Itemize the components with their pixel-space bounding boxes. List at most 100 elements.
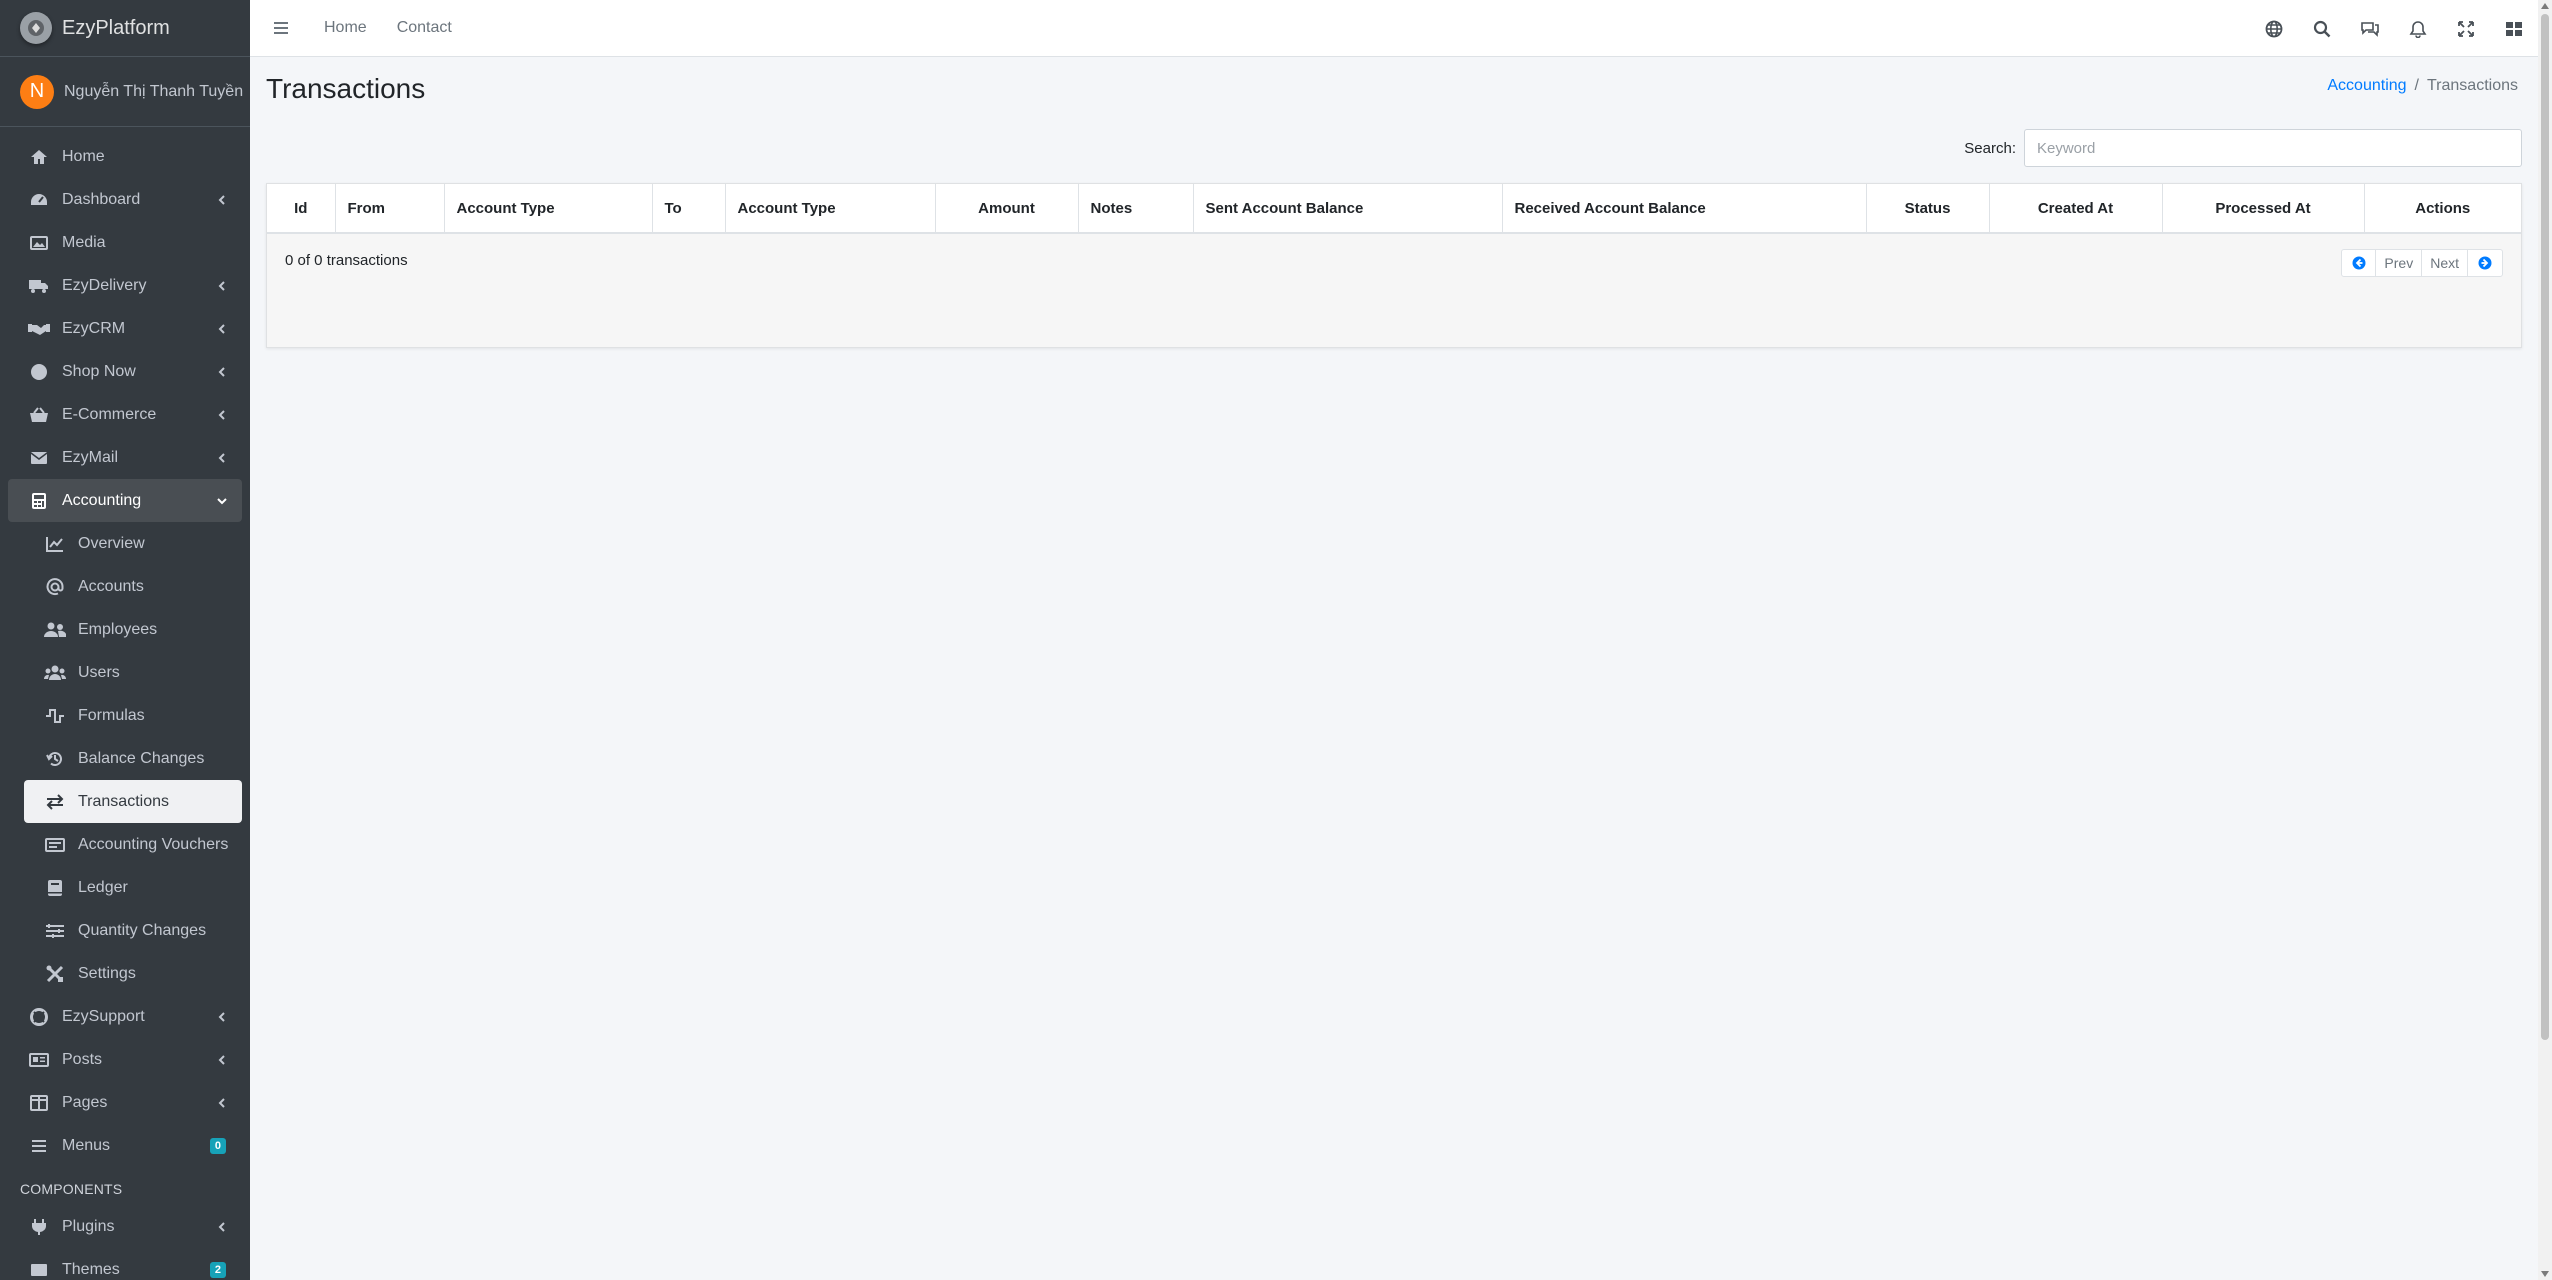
sidebar-item-balance-changes[interactable]: Balance Changes [24, 737, 242, 780]
column-header-to-account-type[interactable]: Account Type [725, 184, 936, 234]
sidebar-item-overview[interactable]: Overview [24, 522, 242, 565]
sidebar-item-accounting[interactable]: Accounting [8, 479, 242, 522]
column-header-from-account-type[interactable]: Account Type [444, 184, 653, 234]
chevron-left-icon [218, 194, 225, 205]
history-icon [44, 749, 66, 769]
user-panel[interactable]: N Nguyễn Thị Thanh Tuyền [0, 57, 250, 127]
column-header-to[interactable]: To [652, 184, 726, 234]
table-header-row: Id From Account Type To Account Type Amo… [267, 184, 2521, 234]
column-header-notes[interactable]: Notes [1078, 184, 1194, 234]
sidebar-item-label: Accounting [62, 491, 142, 509]
scroll-down-icon[interactable] [2541, 1271, 2549, 1277]
grid-icon[interactable] [2490, 0, 2538, 57]
search-icon[interactable] [2298, 0, 2346, 57]
chevron-left-icon [218, 409, 225, 420]
sidebar-item-label: Accounts [78, 577, 144, 595]
scrollbar-thumb[interactable] [2541, 14, 2549, 1040]
circle-icon [28, 362, 50, 382]
column-header-amount[interactable]: Amount [935, 184, 1079, 234]
home-icon [28, 147, 50, 167]
sidebar-item-plugins[interactable]: Plugins [8, 1205, 242, 1248]
lifebuoy-icon [28, 1007, 50, 1027]
column-header-created-at[interactable]: Created At [1989, 184, 2163, 234]
sidebar-item-shop-now[interactable]: Shop Now [8, 350, 242, 393]
sidebar-item-label: EzyDelivery [62, 276, 147, 294]
sidebar-item-label: Home [62, 147, 105, 165]
column-header-received-account-balance[interactable]: Received Account Balance [1502, 184, 1867, 234]
basket-icon [28, 405, 50, 425]
column-header-from[interactable]: From [335, 184, 445, 234]
hamburger-menu-icon[interactable] [272, 19, 290, 37]
sidebar-item-ezycrm[interactable]: EzyCRM [8, 307, 242, 350]
vertical-scrollbar[interactable] [2538, 0, 2552, 1280]
column-header-sent-account-balance[interactable]: Sent Account Balance [1193, 184, 1503, 234]
breadcrumb: Accounting / Transactions [2327, 77, 2518, 95]
sidebar-item-transactions[interactable]: Transactions [24, 780, 242, 823]
bell-icon[interactable] [2394, 0, 2442, 57]
sidebar-item-label: E-Commerce [62, 405, 157, 423]
sidebar-item-dashboard[interactable]: Dashboard [8, 178, 242, 221]
sidebar-item-users[interactable]: Users [24, 651, 242, 694]
chevron-left-icon [218, 280, 225, 291]
sidebar-item-ezysupport[interactable]: EzySupport [8, 995, 242, 1038]
wave-square-icon [44, 706, 66, 726]
globe-icon[interactable] [2250, 0, 2298, 57]
page-title: Transactions [266, 73, 426, 104]
next-button[interactable]: Next [2422, 250, 2468, 276]
transactions-table: Id From Account Type To Account Type Amo… [267, 184, 2521, 234]
sidebar-item-employees[interactable]: Employees [24, 608, 242, 651]
sidebar-item-label: Settings [78, 964, 136, 982]
breadcrumb-current: Transactions [2427, 77, 2518, 94]
sidebar-item-label: Themes [62, 1260, 120, 1278]
topnav-contact-link[interactable]: Contact [397, 19, 452, 37]
next-page-icon[interactable] [2468, 250, 2502, 276]
breadcrumb-separator: / [2414, 77, 2419, 94]
column-header-processed-at[interactable]: Processed At [2162, 184, 2365, 234]
accounting-submenu: Overview Accounts Employees Users Formul… [8, 522, 242, 995]
menus-count-badge: 0 [209, 1137, 226, 1154]
sidebar-item-pages[interactable]: Pages [8, 1081, 242, 1124]
columns-icon [28, 1093, 50, 1113]
sidebar-item-e-commerce[interactable]: E-Commerce [8, 393, 242, 436]
avatar: N [20, 74, 54, 109]
sidebar-item-label: Quantity Changes [78, 921, 207, 939]
themes-icon [28, 1260, 50, 1280]
breadcrumb-accounting-link[interactable]: Accounting [2327, 77, 2406, 95]
search-input[interactable] [2024, 129, 2522, 167]
prev-button[interactable]: Prev [2376, 250, 2423, 276]
bars-icon [28, 1136, 50, 1156]
sidebar-item-formulas[interactable]: Formulas [24, 694, 242, 737]
search-row: Search: [1964, 129, 2522, 167]
column-header-status[interactable]: Status [1866, 184, 1990, 234]
at-icon [44, 577, 66, 597]
handshake-icon [28, 319, 50, 339]
user-name[interactable]: Nguyễn Thị Thanh Tuyền [64, 83, 243, 101]
sidebar-item-quantity-changes[interactable]: Quantity Changes [24, 909, 242, 952]
comments-icon[interactable] [2346, 0, 2394, 57]
sidebar-item-accounting-vouchers[interactable]: Accounting Vouchers [24, 823, 242, 866]
sidebar-item-accounts[interactable]: Accounts [24, 565, 242, 608]
components-header: COMPONENTS [20, 1181, 123, 1197]
sidebar-item-ezydelivery[interactable]: EzyDelivery [8, 264, 242, 307]
brand[interactable]: EzyPlatform [0, 0, 250, 57]
sidebar-item-home[interactable]: Home [8, 135, 242, 178]
voucher-icon [44, 835, 66, 855]
sidebar-item-ledger[interactable]: Ledger [24, 866, 242, 909]
prev-page-icon[interactable] [2342, 250, 2377, 276]
chevron-left-icon [218, 1011, 225, 1022]
sidebar-item-media[interactable]: Media [8, 221, 242, 264]
sidebar-item-themes[interactable]: Themes 2 [8, 1248, 242, 1280]
sidebar-item-label: Accounting Vouchers [78, 835, 229, 853]
table-footer: 0 of 0 transactions Prev Next [267, 235, 2521, 291]
expand-icon[interactable] [2442, 0, 2490, 57]
scroll-up-icon[interactable] [2541, 3, 2549, 9]
chevron-left-icon [218, 323, 225, 334]
transactions-card: Id From Account Type To Account Type Amo… [266, 183, 2522, 348]
sidebar-item-ezymail[interactable]: EzyMail [8, 436, 242, 479]
topnav-home-link[interactable]: Home [324, 19, 367, 37]
sidebar-item-settings[interactable]: Settings [24, 952, 242, 995]
sidebar-item-menus[interactable]: Menus 0 [8, 1124, 242, 1167]
sidebar-item-posts[interactable]: Posts [8, 1038, 242, 1081]
column-header-id[interactable]: Id [267, 184, 336, 234]
sidebar-item-label: Dashboard [62, 190, 141, 208]
